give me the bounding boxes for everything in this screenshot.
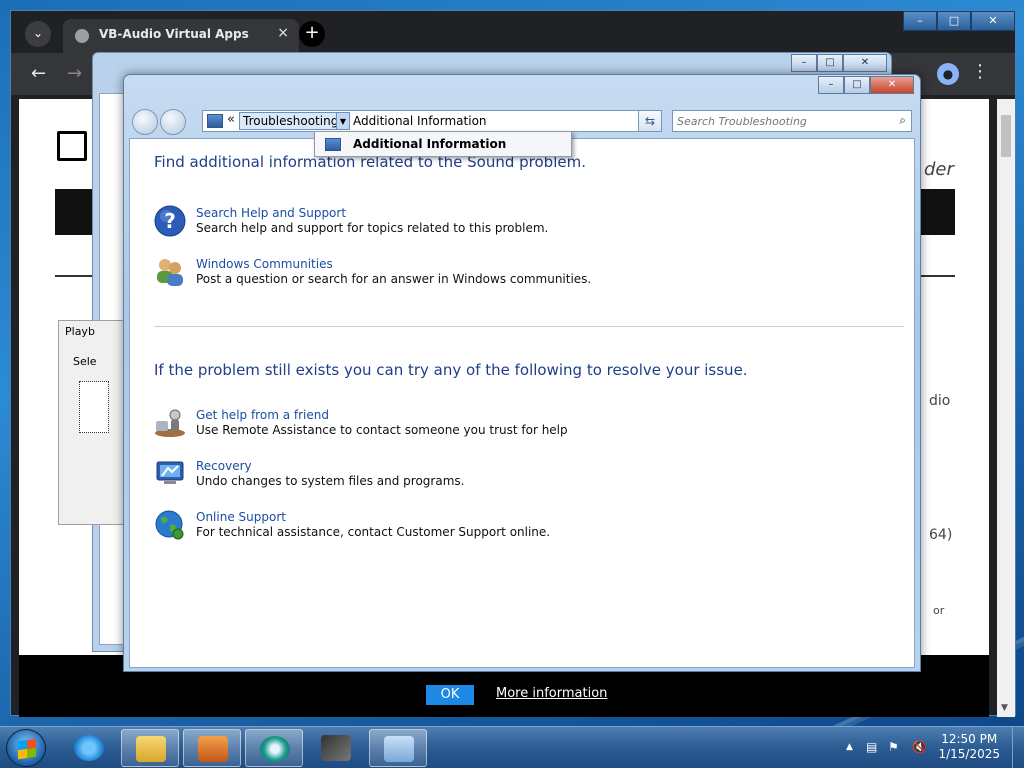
section-heading: If the problem still exists you can try … xyxy=(154,361,748,379)
taskbar-media-player[interactable] xyxy=(183,729,241,767)
search-help-link[interactable]: Search Help and Support xyxy=(196,206,346,220)
item-description: Undo changes to system files and program… xyxy=(196,474,465,488)
show-desktop-button[interactable] xyxy=(1012,727,1024,768)
chrome-menu-icon[interactable]: ⋮ xyxy=(971,61,989,82)
clock-date: 1/15/2025 xyxy=(938,747,1000,761)
content-pane: Find additional information related to t… xyxy=(129,138,915,668)
item-description: For technical assistance, contact Custom… xyxy=(196,525,551,539)
address-bar[interactable]: « Troubleshooting ▼ Additional Informati… xyxy=(202,110,662,132)
volume-muted-icon[interactable]: 🔇 xyxy=(912,740,927,754)
breadcrumb-dropdown-arrow-icon[interactable]: ▼ xyxy=(336,112,350,130)
page-text-fragment: der xyxy=(924,159,954,180)
media-player-icon xyxy=(198,736,228,762)
windows-communities-link[interactable]: Windows Communities xyxy=(196,257,333,271)
breadcrumb-troubleshooting[interactable]: Troubleshooting xyxy=(239,112,343,130)
action-center-flag-icon[interactable]: ⚑ xyxy=(888,740,899,754)
network-icon[interactable]: ▤ xyxy=(866,740,877,754)
browser-icon xyxy=(260,736,290,762)
remote-assistance-icon xyxy=(155,409,185,437)
globe-favicon-icon xyxy=(75,29,89,43)
help-icon: ? xyxy=(154,205,186,237)
clock[interactable]: 12:50 PM 1/15/2025 xyxy=(938,732,1000,762)
tab-vb-audio[interactable]: VB-Audio Virtual Apps × xyxy=(63,19,299,53)
tab-search-button[interactable]: ⌄ xyxy=(25,21,51,47)
search-box[interactable]: ⌕ xyxy=(672,110,912,132)
background-window-controls: – □ ✕ xyxy=(791,54,887,72)
chrome-close-button[interactable]: ✕ xyxy=(971,11,1015,31)
chrome-window-controls: – □ ✕ xyxy=(903,11,1015,31)
start-button[interactable] xyxy=(6,729,46,767)
communities-icon xyxy=(157,259,183,286)
system-tray: ▲ ▤ ⚑ 🔇 12:50 PM 1/15/2025 xyxy=(824,727,1024,768)
folder-icon xyxy=(136,736,166,762)
online-support-link[interactable]: Online Support xyxy=(196,510,286,524)
internet-explorer-icon xyxy=(74,735,104,761)
dropdown-item-additional-information[interactable]: Additional Information xyxy=(353,137,506,151)
new-tab-button[interactable]: + xyxy=(299,21,325,47)
bg-minimize-button[interactable]: – xyxy=(791,54,817,72)
item-description: Use Remote Assistance to contact someone… xyxy=(196,423,568,437)
device-list-item[interactable] xyxy=(79,381,109,433)
breadcrumb-additional-information[interactable]: Additional Information xyxy=(353,114,487,128)
scroll-down-icon[interactable]: ▼ xyxy=(1001,703,1008,713)
chrome-maximize-button[interactable]: □ xyxy=(937,11,971,31)
page-text-fragment: or xyxy=(933,604,945,617)
search-icon[interactable]: ⌕ xyxy=(899,113,906,128)
window-controls: – □ ✕ xyxy=(818,76,914,94)
search-input[interactable] xyxy=(677,113,887,129)
sound-tab-label: Playb xyxy=(65,325,95,338)
get-help-from-friend-link[interactable]: Get help from a friend xyxy=(196,408,329,422)
troubleshooting-window: – □ ✕ « Troubleshooting ▼ Additional Inf… xyxy=(123,74,921,672)
breadcrumb-dropdown-menu: Additional Information xyxy=(314,131,572,157)
sound-dialog-fragment: Playb Sele xyxy=(58,320,130,525)
cookie-ok-button[interactable]: OK xyxy=(426,685,474,705)
profile-avatar-icon[interactable]: ● xyxy=(937,63,959,85)
page-text-fragment: dio xyxy=(929,393,951,409)
bg-close-button[interactable]: ✕ xyxy=(843,54,887,72)
sound-panel-text: Sele xyxy=(73,355,97,368)
taskbar-control-panel[interactable] xyxy=(369,729,427,767)
forward-arrow-icon[interactable]: → xyxy=(67,63,82,84)
page-text-fragment: 64) xyxy=(929,527,953,543)
control-panel-icon xyxy=(384,736,414,762)
page-scrollbar[interactable]: ▼ xyxy=(997,99,1015,717)
scrollbar-thumb[interactable] xyxy=(1001,115,1011,157)
breadcrumb-overflow[interactable]: « xyxy=(227,112,235,127)
control-panel-icon xyxy=(325,138,341,151)
taskbar-app[interactable] xyxy=(307,729,365,767)
item-description: Search help and support for topics relat… xyxy=(196,221,549,235)
show-hidden-icons-icon[interactable]: ▲ xyxy=(846,742,853,752)
more-information-link[interactable]: More information xyxy=(496,686,607,701)
recovery-link[interactable]: Recovery xyxy=(196,459,252,473)
speaker-logo-icon xyxy=(57,131,87,161)
minimize-button[interactable]: – xyxy=(818,76,844,94)
chrome-tabbar: ⌄ VB-Audio Virtual Apps × + – □ ✕ xyxy=(11,11,1015,53)
tab-title: VB-Audio Virtual Apps xyxy=(99,27,249,41)
globe-icon xyxy=(155,510,184,540)
windows-logo-icon xyxy=(18,738,36,760)
tab-close-icon[interactable]: × xyxy=(277,25,289,41)
forward-button[interactable] xyxy=(160,109,186,135)
svg-text:?: ? xyxy=(164,209,176,233)
back-button[interactable] xyxy=(132,109,158,135)
refresh-button[interactable]: ⇆ xyxy=(638,110,662,132)
control-panel-icon xyxy=(207,114,223,128)
app-icon xyxy=(321,735,351,761)
section-divider xyxy=(154,326,904,327)
maximize-button[interactable]: □ xyxy=(844,76,870,94)
recovery-icon xyxy=(156,461,184,484)
taskbar-internet-explorer[interactable] xyxy=(60,729,118,767)
clock-time: 12:50 PM xyxy=(941,732,998,746)
taskbar-chrome[interactable] xyxy=(245,729,303,767)
bg-maximize-button[interactable]: □ xyxy=(817,54,843,72)
close-button[interactable]: ✕ xyxy=(870,76,914,94)
taskbar-explorer[interactable] xyxy=(121,729,179,767)
chrome-minimize-button[interactable]: – xyxy=(903,11,937,31)
back-arrow-icon[interactable]: ← xyxy=(31,63,46,84)
item-description: Post a question or search for an answer … xyxy=(196,272,592,286)
taskbar: ▲ ▤ ⚑ 🔇 12:50 PM 1/15/2025 xyxy=(0,726,1024,768)
